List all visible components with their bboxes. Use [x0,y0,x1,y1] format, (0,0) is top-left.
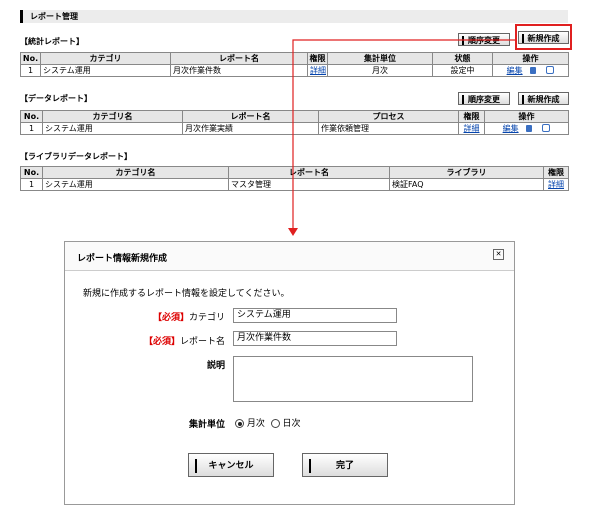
monthly-label: 月次 [246,419,265,429]
done-button[interactable]: 完了 [302,453,388,477]
unit-radio-group: 月次 日次 [235,416,301,429]
required-tag: 【必須】 [143,337,180,347]
monthly-radio[interactable] [235,419,244,428]
done-label: 完了 [335,461,354,471]
daily-label: 日次 [282,419,301,429]
unit-label: 集計単位 [188,420,225,430]
new-report-dialog: レポート情報新規作成 ✕ 新規に作成するレポート情報を設定してください。 【必須… [64,241,515,505]
dialog-header: レポート情報新規作成 ✕ [65,242,514,271]
report-name-field[interactable]: 月次作業件数 [233,331,397,346]
category-field[interactable]: システム運用 [233,308,397,323]
category-label-wrap: 【必須】カテゴリ [125,310,225,323]
dialog-intro: 新規に作成するレポート情報を設定してください。 [83,289,290,299]
cancel-label: キャンセル [208,461,254,471]
report-name-label: レポート名 [179,337,225,347]
dialog-title: レポート情報新規作成 [77,254,168,264]
close-icon[interactable]: ✕ [493,249,504,260]
cancel-button[interactable]: キャンセル [188,453,274,477]
name-label-wrap: 【必須】レポート名 [125,334,225,347]
description-textarea[interactable] [233,356,473,402]
daily-radio[interactable] [270,419,280,428]
description-label: 説明 [206,361,225,371]
category-label: カテゴリ [188,313,225,323]
required-tag: 【必須】 [152,313,189,323]
